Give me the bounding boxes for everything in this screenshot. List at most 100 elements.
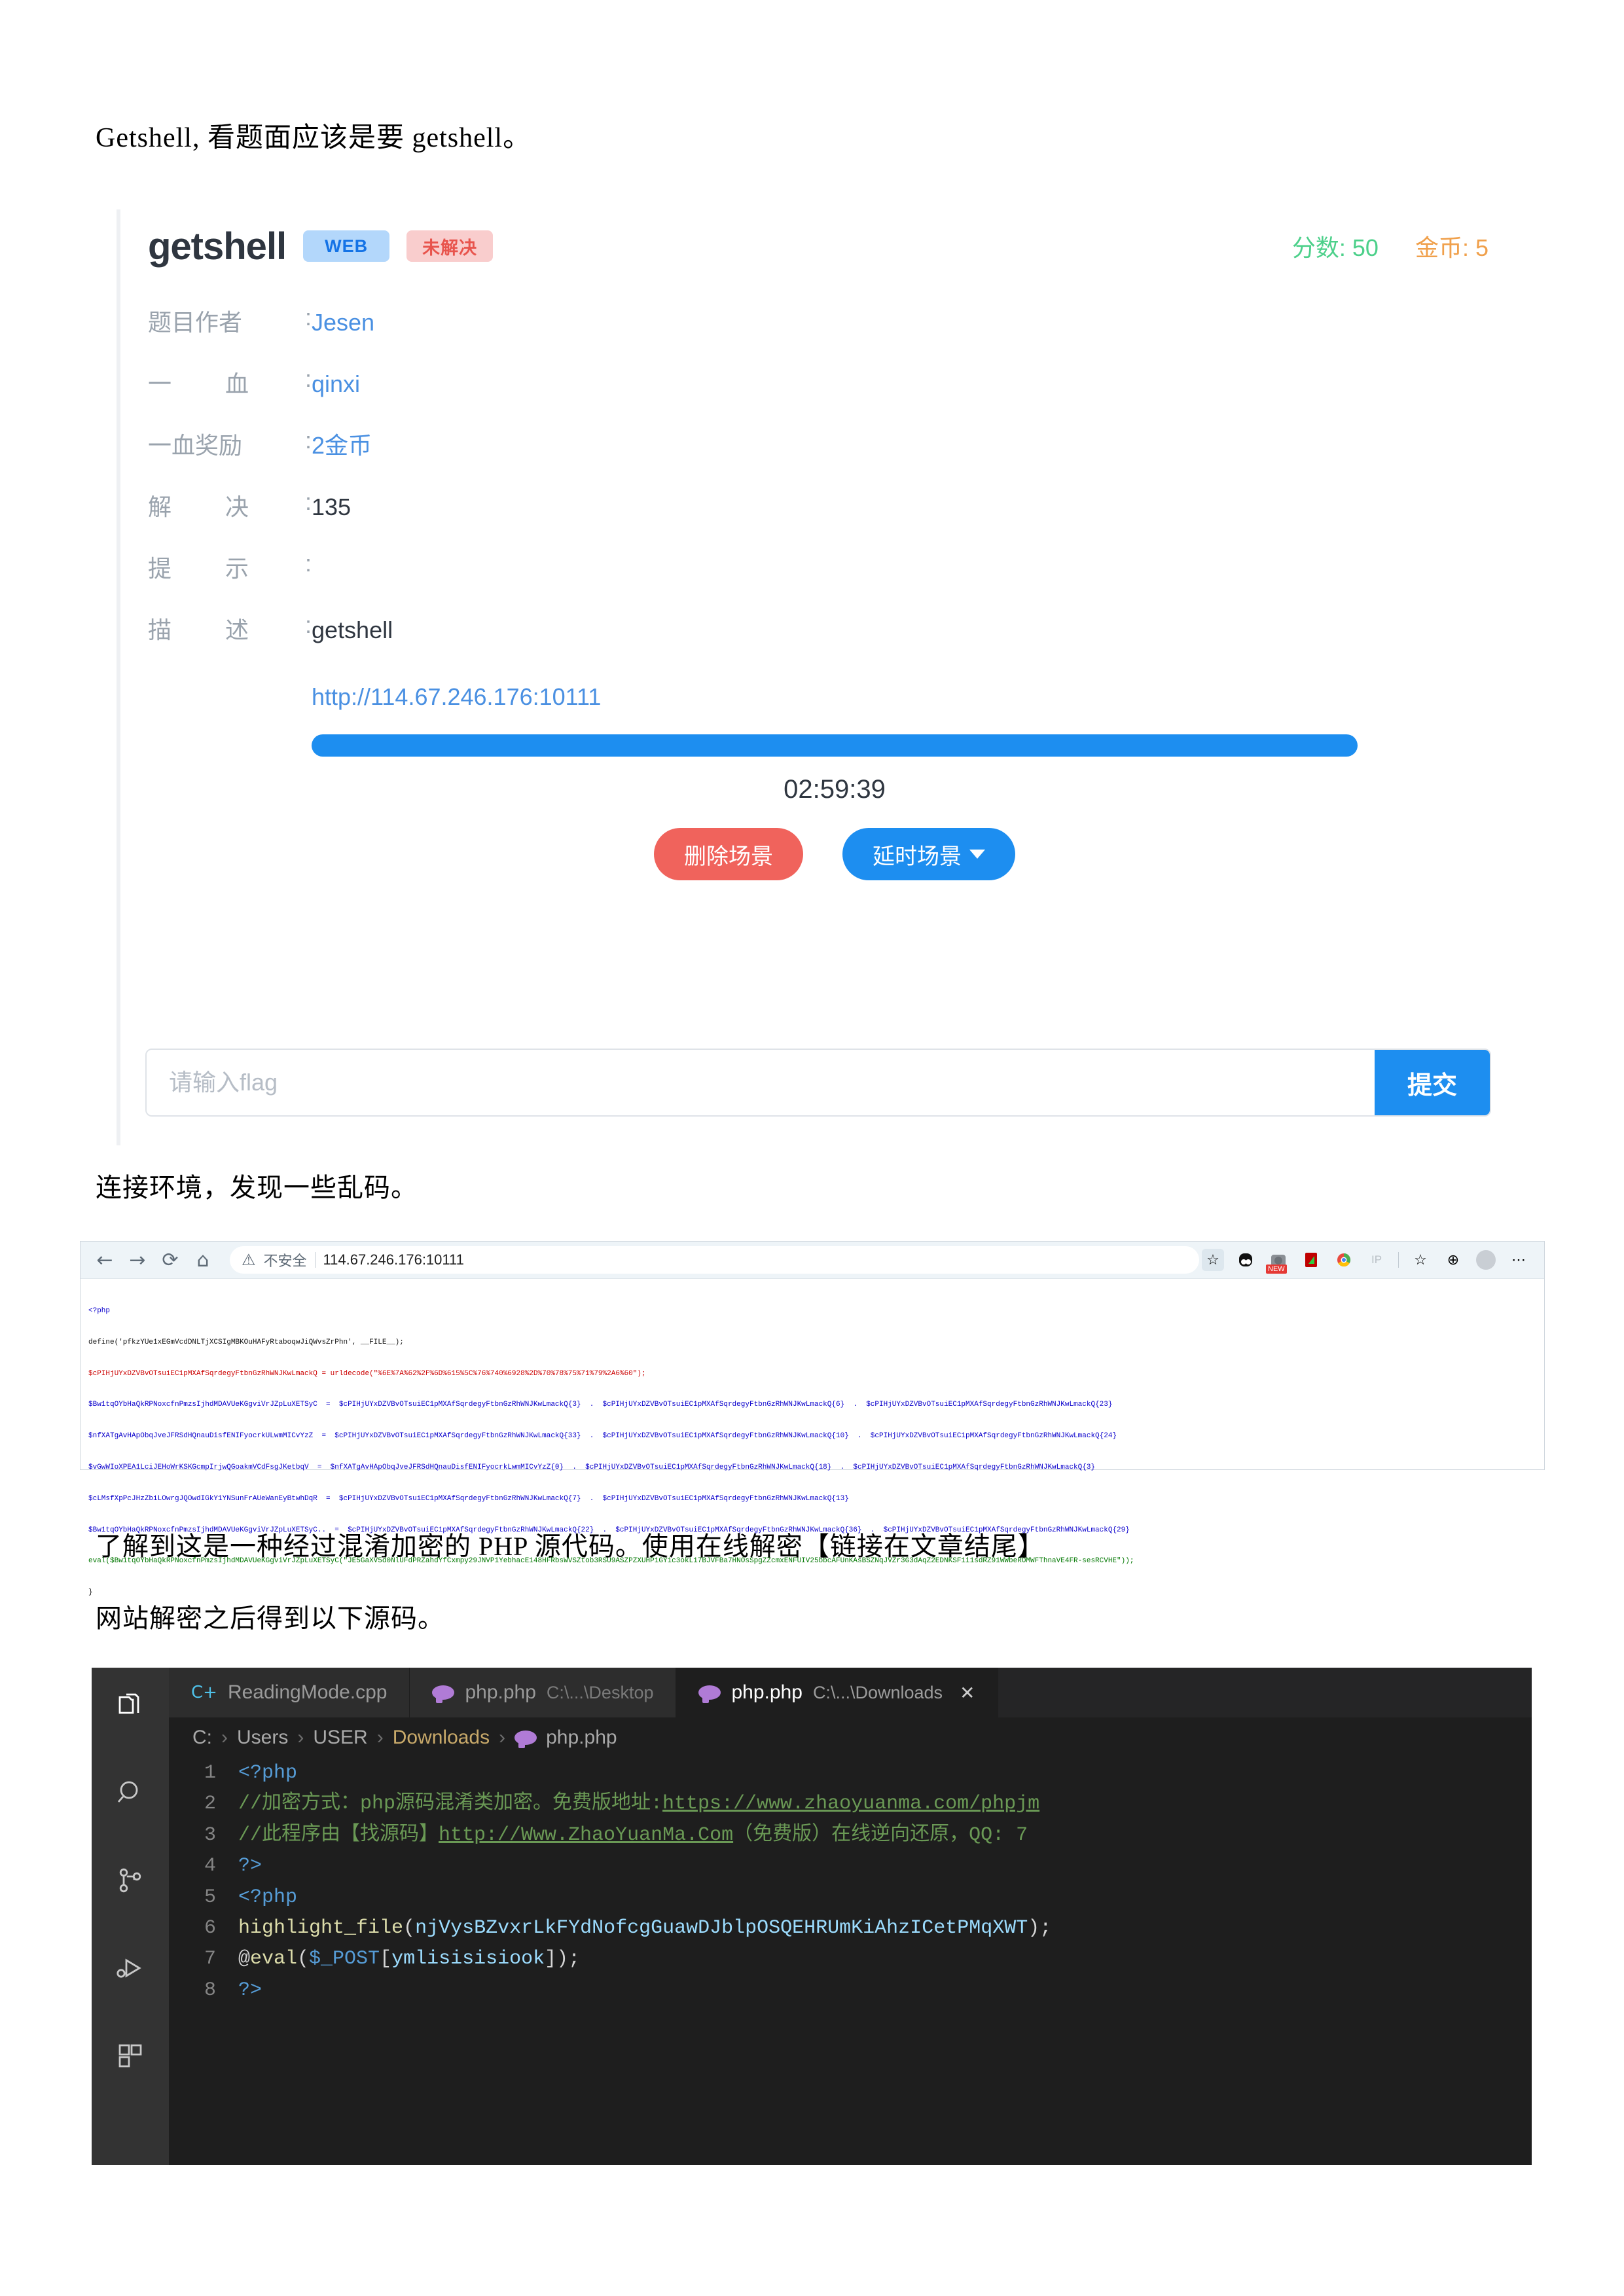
vscode-screenshot: C+ ReadingMode.cpp php.php C:\...\Deskto… <box>92 1668 1532 2165</box>
environment-url-link[interactable]: http://114.67.246.176:10111 <box>312 683 601 710</box>
code-line: 1 <?php <box>182 1758 1532 1789</box>
tab-readingmode-cpp[interactable]: C+ ReadingMode.cpp <box>169 1668 410 1717</box>
collections-icon[interactable]: ☆ <box>1409 1249 1432 1271</box>
chevron-down-icon <box>969 850 985 859</box>
row-hint-label: 提 示 : <box>148 550 312 584</box>
code-token: ( <box>403 1916 416 1939</box>
browser-extensions: ☆ NEW IP ☆ ⊕ ⋯ <box>1202 1249 1535 1274</box>
code-line: 6 highlight_file(njVysBZvxrLkFYdNofcgGuaw… <box>182 1913 1532 1944</box>
line-number: 6 <box>204 1916 216 1939</box>
reload-icon[interactable]: ⟳ <box>155 1247 185 1273</box>
row-description-label-b: 述 <box>225 617 249 643</box>
row-firstblood-reward-colon: : <box>304 427 312 454</box>
code-token: //此程序由【找源码】 <box>238 1823 439 1846</box>
address-bar[interactable]: ⚠ 不安全 114.67.246.176:10111 <box>230 1246 1199 1274</box>
tab-path: C:\...\Downloads <box>812 1682 943 1702</box>
code-token: <?php <box>238 1886 298 1909</box>
more-icon[interactable]: ⋯ <box>1507 1249 1530 1271</box>
pdf-icon[interactable] <box>1300 1249 1322 1271</box>
profile-avatar[interactable] <box>1475 1249 1497 1271</box>
environment-actions: 删除场景 延时场景 <box>312 828 1358 880</box>
code-token: ?> <box>238 1979 262 2001</box>
breadcrumb-separator: › <box>297 1727 304 1748</box>
line-number: 3 <box>204 1823 216 1846</box>
tag-unsolved: 未解决 <box>406 230 494 262</box>
flag-input[interactable] <box>147 1050 1375 1115</box>
code-token: [ <box>380 1948 392 1971</box>
star-add-icon[interactable]: ☆ <box>1202 1249 1224 1271</box>
row-author-label: 题目作者 : <box>148 304 312 338</box>
challenge-card: getshell WEB 未解决 分数: 50 金币: 5 题目作者 : Jes… <box>117 209 1511 1145</box>
row-firstblood-label-a: 一 <box>148 370 172 397</box>
breadcrumb-separator: › <box>376 1727 384 1748</box>
not-secure-label: 不安全 <box>263 1253 307 1269</box>
line-number: 4 <box>204 1855 216 1878</box>
code-line: 8 ?> <box>182 1975 1532 2006</box>
challenge-meta: 分数: 50 金币: 5 <box>1292 229 1489 263</box>
line-number: 2 <box>204 1793 216 1816</box>
row-firstblood-colon: : <box>304 365 312 392</box>
row-description-value: getshell <box>312 617 393 643</box>
flag-submit-button[interactable]: 提交 <box>1375 1050 1490 1115</box>
run-debug-icon[interactable] <box>110 1948 151 1988</box>
new-badge: NEW <box>1266 1265 1287 1274</box>
paragraph-intro: Getshell, 看题面应该是要 getshell。 <box>96 123 532 153</box>
source-control-icon[interactable] <box>110 1860 151 1901</box>
explorer-icon[interactable] <box>110 1685 151 1725</box>
obfuscated-line: $cLMsfXpPcJHzZbiLOwrgJQOwdIGkY1YNSunFrAU… <box>88 1494 849 1503</box>
code-token: eval <box>250 1948 298 1971</box>
code-text: //加密方式：php源码混淆类加密。免费版地址:https://www.zhao… <box>238 1789 1039 1820</box>
row-hint-label-a: 提 <box>148 555 172 582</box>
breadcrumb-segment[interactable]: USER <box>313 1727 367 1749</box>
code-token: highlight_file <box>238 1916 404 1939</box>
browser-toolbar: ← → ⟳ ⌂ ⚠ 不安全 114.67.246.176:10111 ☆ NEW <box>81 1242 1544 1279</box>
obfuscated-line: define('pfkzYUe1xEGmVcdDNLTjXCSIgMBKOuHA… <box>88 1338 404 1346</box>
row-firstblood-reward-label-text: 一血奖励 <box>148 432 243 459</box>
challenge-title: getshell <box>148 224 287 268</box>
tab-path: C:\...\Desktop <box>546 1682 654 1702</box>
row-author-value[interactable]: Jesen <box>312 309 374 336</box>
code-text: ?> <box>238 1851 262 1882</box>
breadcrumb-segment[interactable]: Users <box>237 1727 288 1749</box>
tab-php-downloads[interactable]: php.php C:\...\Downloads ✕ <box>676 1668 998 1717</box>
row-firstblood-label-b: 血 <box>225 370 249 397</box>
code-text: highlight_file(njVysBZvxrLkFYdNofcgGuawD… <box>238 1913 1051 1944</box>
delay-scene-button[interactable]: 延时场景 <box>842 828 1015 880</box>
home-icon[interactable]: ⌂ <box>188 1247 218 1273</box>
row-firstblood-reward: 一血奖励 : 2金币 <box>148 427 1489 461</box>
code-token: ( <box>297 1948 310 1971</box>
document-page: Getshell, 看题面应该是要 getshell。 getshell WEB… <box>0 0 1624 2296</box>
environment-block: http://114.67.246.176:10111 02:59:39 删除场… <box>312 683 1489 880</box>
search-icon[interactable] <box>110 1772 151 1813</box>
ip-icon[interactable]: IP <box>1365 1249 1388 1271</box>
obfuscated-line: $Bw1tqOYbHaQkRPNoxcfnPmzsIjhdMDAVUeKGgvi… <box>88 1401 1113 1409</box>
code-text: <?php <box>238 1758 297 1789</box>
row-description-label: 描 述 : <box>148 611 312 645</box>
row-solved-label-b: 决 <box>225 493 249 520</box>
cpp-icon: C+ <box>191 1683 217 1702</box>
forward-icon[interactable]: → <box>122 1247 153 1273</box>
row-firstblood-value[interactable]: qinxi <box>312 370 360 398</box>
breadcrumb-segment[interactable]: C: <box>192 1727 212 1749</box>
add-tab-icon[interactable]: ⊕ <box>1442 1249 1464 1271</box>
row-author-colon: : <box>304 304 312 331</box>
tab-label: php.php <box>731 1681 803 1703</box>
breadcrumb-segment[interactable]: php.php <box>546 1727 617 1749</box>
code-text: <?php <box>238 1882 297 1913</box>
code-line: 4 ?> <box>182 1851 1532 1882</box>
row-hint: 提 示 : <box>148 550 1489 584</box>
back-icon[interactable]: ← <box>90 1247 120 1273</box>
panda-icon[interactable] <box>1235 1249 1257 1271</box>
breadcrumb-segment[interactable]: Downloads <box>393 1727 490 1749</box>
vscode-editor[interactable]: 1 <?php 2 //加密方式：php源码混淆类加密。免费版地址:https://w… <box>169 1758 1532 2006</box>
extensions-icon[interactable] <box>110 2036 151 2076</box>
close-icon[interactable]: ✕ <box>960 1682 975 1704</box>
code-token: ]); <box>545 1948 581 1971</box>
coin-label: 金币: 5 <box>1415 234 1489 261</box>
chrome-icon[interactable] <box>1333 1249 1355 1271</box>
camera-icon[interactable]: NEW <box>1266 1249 1290 1274</box>
tab-php-desktop[interactable]: php.php C:\...\Desktop <box>410 1668 677 1717</box>
row-author: 题目作者 : Jesen <box>148 304 1489 338</box>
obfuscated-line: $cPIHjUYxDZVBvOTsuiEC1pMXAfSqrdegyFtbnGz… <box>88 1369 646 1378</box>
delete-scene-button[interactable]: 删除场景 <box>654 828 803 880</box>
